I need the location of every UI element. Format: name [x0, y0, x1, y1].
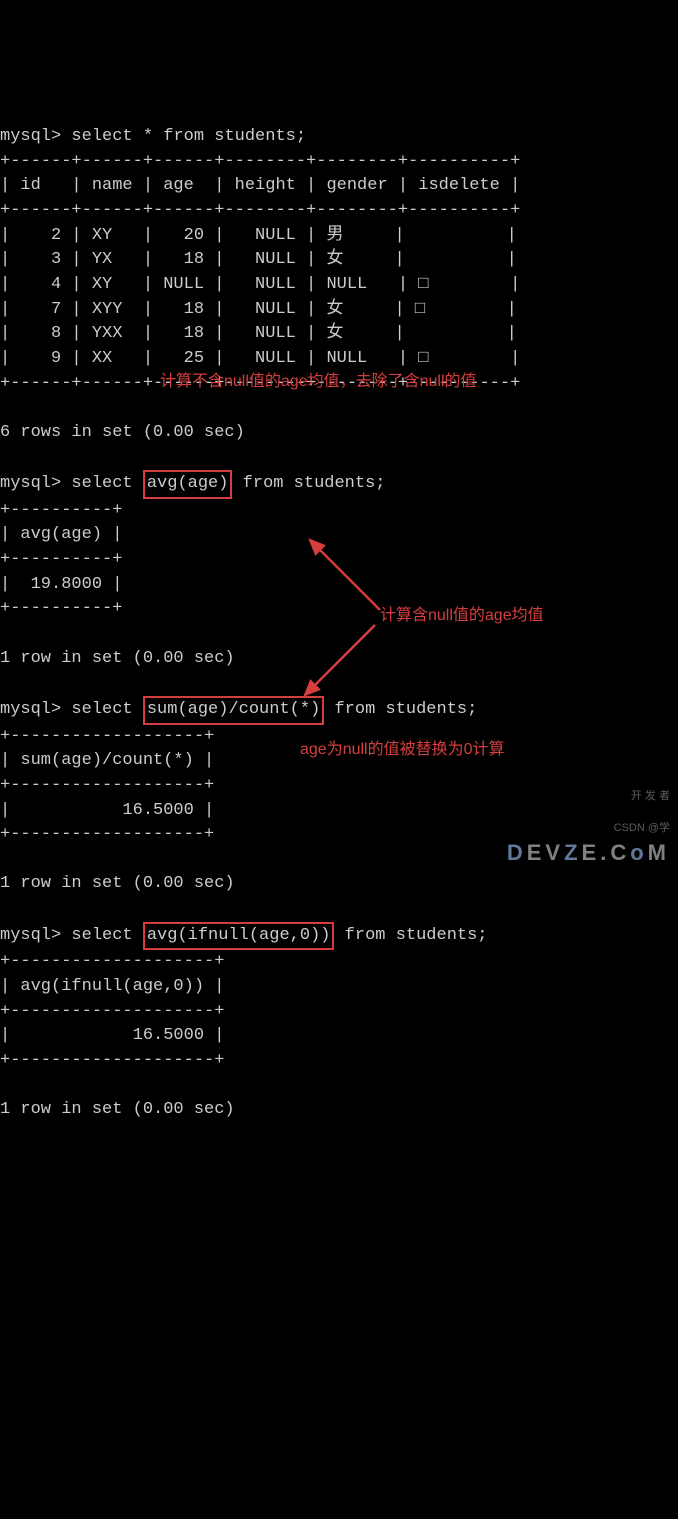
q2-sep: +----------+ — [0, 501, 122, 520]
q4-sep: +--------------------+ — [0, 1051, 224, 1070]
q2-highlight-avg: avg(age) — [143, 470, 233, 499]
q3-sql-before: select — [71, 700, 142, 719]
q4-sep: +--------------------+ — [0, 1002, 224, 1021]
q2-sql-after: from students; — [232, 474, 385, 493]
q4-sql-before: select — [71, 926, 142, 945]
q1-header: | id | name | age | height | gender | is… — [0, 176, 520, 195]
annotation-1: 计算不含null值的age均值，去除了含null的值 — [160, 370, 477, 393]
q1-sep-mid: +------+------+------+--------+--------+… — [0, 201, 520, 220]
q1-footer: 6 rows in set (0.00 sec) — [0, 423, 245, 442]
q4-footer: 1 row in set (0.00 sec) — [0, 1100, 235, 1119]
watermark-csdn: CSDN @学 — [614, 822, 670, 834]
watermark-logo: DEVZE.CoM — [507, 840, 670, 865]
q3-sep: +-------------------+ — [0, 727, 214, 746]
q4-value: | 16.5000 | — [0, 1026, 224, 1045]
q4-sql-after: from students; — [334, 926, 487, 945]
q2-value: | 19.8000 | — [0, 575, 122, 594]
q2-sep: +----------+ — [0, 599, 122, 618]
q3-sep: +-------------------+ — [0, 825, 214, 844]
table-row: | 4 | XY | NULL | NULL | NULL | □ | — [0, 275, 520, 294]
mysql-prompt: mysql> — [0, 926, 71, 945]
q4-highlight-ifnull: avg(ifnull(age,0)) — [143, 922, 335, 951]
table-row: | 3 | YX | 18 | NULL | 女 | | — [0, 250, 517, 269]
terminal-output: mysql> select * from students; +------+-… — [0, 99, 678, 1125]
table-row: | 7 | XYY | 18 | NULL | 女 | □ | — [0, 300, 517, 319]
query1-line: mysql> select * from students; — [0, 127, 306, 146]
table-row: | 2 | XY | 20 | NULL | 男 | | — [0, 226, 517, 245]
q2-sql-before: select — [71, 474, 142, 493]
q3-header: | sum(age)/count(*) | — [0, 751, 214, 770]
q3-footer: 1 row in set (0.00 sec) — [0, 874, 235, 893]
annotation-3: age为null的值被替换为0计算 — [300, 738, 505, 761]
query3-line: mysql> select sum(age)/count(*) from stu… — [0, 700, 477, 719]
annotation-2: 计算含null值的age均值 — [380, 604, 544, 627]
q4-header: | avg(ifnull(age,0)) | — [0, 977, 224, 996]
q1-sep-top: +------+------+------+--------+--------+… — [0, 152, 520, 171]
watermark: 开 发 者 CSDN @学 DEVZE.CoM — [501, 757, 670, 869]
mysql-prompt: mysql> — [0, 474, 71, 493]
table-row: | 8 | YXX | 18 | NULL | 女 | | — [0, 324, 517, 343]
query2-line: mysql> select avg(age) from students; — [0, 474, 386, 493]
query4-line: mysql> select avg(ifnull(age,0)) from st… — [0, 926, 488, 945]
query1-sql: select * from students; — [71, 127, 306, 146]
q2-footer: 1 row in set (0.00 sec) — [0, 649, 235, 668]
q3-sql-after: from students; — [324, 700, 477, 719]
watermark-line1: 开 发 者 — [501, 789, 670, 805]
table-row: | 9 | XX | 25 | NULL | NULL | □ | — [0, 349, 520, 368]
q3-highlight-sumcount: sum(age)/count(*) — [143, 696, 324, 725]
q4-sep: +--------------------+ — [0, 952, 224, 971]
q2-header: | avg(age) | — [0, 525, 122, 544]
q3-value: | 16.5000 | — [0, 801, 214, 820]
q2-sep: +----------+ — [0, 550, 122, 569]
q3-sep: +-------------------+ — [0, 776, 214, 795]
mysql-prompt: mysql> — [0, 127, 71, 146]
mysql-prompt: mysql> — [0, 700, 71, 719]
